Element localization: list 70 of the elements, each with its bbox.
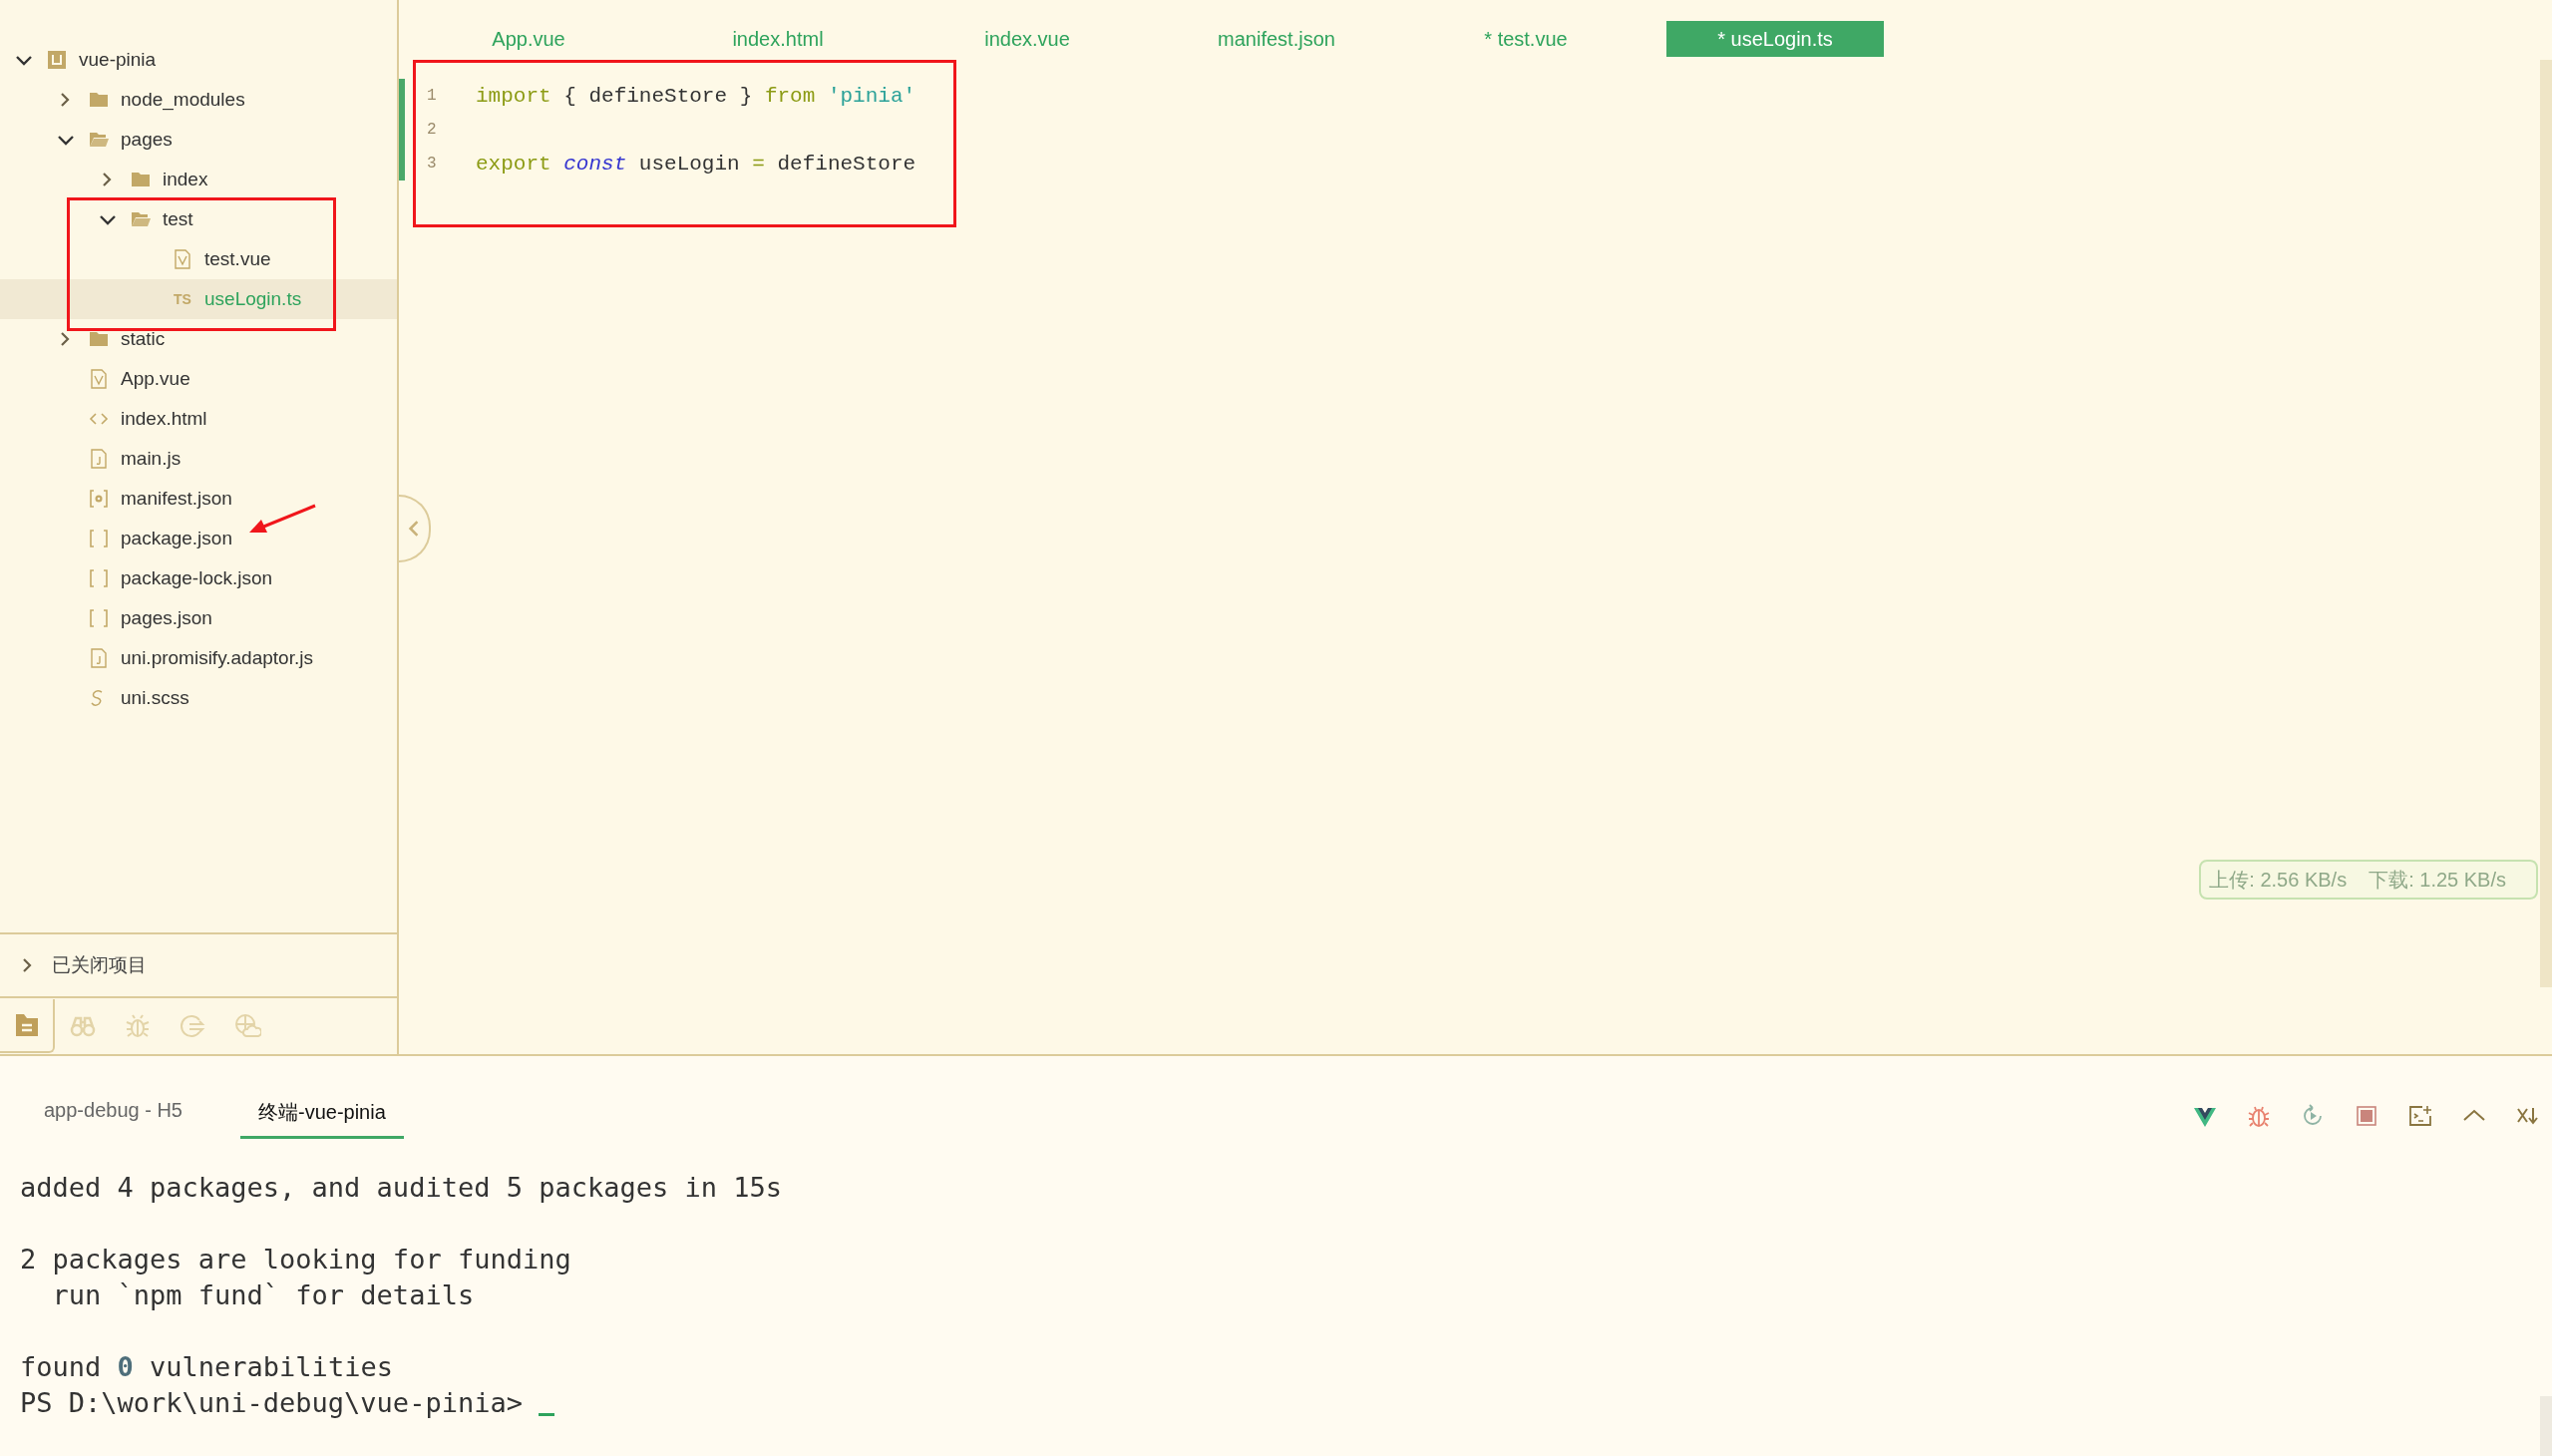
tree-row[interactable]: vue-pinia bbox=[0, 40, 397, 80]
document-v-icon bbox=[173, 249, 192, 269]
file-name: package.json bbox=[121, 528, 232, 549]
file-name: pages bbox=[121, 129, 173, 151]
open-folder-icon bbox=[131, 209, 151, 229]
folder-icon bbox=[89, 90, 109, 110]
tree-row[interactable]: node_modules bbox=[0, 80, 397, 120]
download-speed: 下载: 1.25 KB/s bbox=[2369, 867, 2506, 893]
tree-row[interactable]: static bbox=[0, 319, 397, 359]
line-number: 2 bbox=[426, 121, 438, 139]
terminal-output-line: run `npm fund` for details bbox=[51, 1279, 475, 1310]
tree-row[interactable]: uni.promisify.adaptor.js bbox=[0, 638, 397, 678]
file-type-label: TS bbox=[173, 291, 192, 307]
folder-icon bbox=[131, 170, 151, 189]
tree-row[interactable]: App.vue bbox=[0, 359, 397, 399]
file-name: static bbox=[121, 328, 166, 350]
square-brackets-icon bbox=[89, 529, 109, 548]
text-cursor bbox=[539, 1413, 555, 1416]
bug-icon[interactable] bbox=[2247, 1104, 2271, 1128]
folder-icon bbox=[89, 329, 109, 349]
document-icon bbox=[89, 449, 109, 469]
tree-row[interactable]: uni.scss bbox=[0, 678, 397, 718]
terminal-tab[interactable]: 终端-vue-pinia bbox=[240, 1093, 404, 1139]
file-name: test bbox=[163, 208, 193, 230]
open-folder-icon bbox=[89, 130, 109, 150]
scrollbar[interactable] bbox=[2540, 60, 2552, 987]
tree-row[interactable]: manifest.json bbox=[0, 479, 397, 519]
file-name: node_modules bbox=[121, 89, 245, 111]
file-name: index.html bbox=[121, 408, 207, 430]
square-brackets-icon bbox=[89, 568, 109, 588]
file-name: useLogin.ts bbox=[204, 288, 302, 310]
project-icon bbox=[47, 50, 67, 70]
file-name: vue-pinia bbox=[79, 49, 157, 71]
replay-icon[interactable] bbox=[2301, 1104, 2325, 1128]
file-name: uni.promisify.adaptor.js bbox=[121, 647, 313, 669]
tree-row[interactable]: index bbox=[0, 160, 397, 199]
file-name: index bbox=[163, 169, 208, 190]
file-name: test.vue bbox=[204, 248, 271, 270]
tree-row[interactable]: index.html bbox=[0, 399, 397, 439]
tree-row[interactable]: pages bbox=[0, 120, 397, 160]
tree-row[interactable]: package.json bbox=[0, 519, 397, 558]
upload-speed: 上传: 2.56 KB/s bbox=[2209, 867, 2348, 893]
tree-row[interactable]: pages.json bbox=[0, 598, 397, 638]
file-name: manifest.json bbox=[121, 488, 232, 510]
file-name: uni.scss bbox=[121, 687, 189, 709]
file-name: pages.json bbox=[121, 607, 212, 629]
document-v-icon bbox=[89, 369, 109, 389]
file-name: package-lock.json bbox=[121, 567, 273, 589]
terminal-output-line: 2 packages are looking for funding bbox=[20, 1244, 571, 1274]
tree-row[interactable]: main.js bbox=[0, 439, 397, 479]
terminal-output-line: PS D:\work\uni-debug\vue-pinia> bbox=[20, 1387, 524, 1418]
line-number: 1 bbox=[426, 87, 438, 105]
tree-row[interactable]: test bbox=[0, 199, 397, 239]
file-name: App.vue bbox=[121, 368, 190, 390]
arrow-annotation bbox=[247, 504, 317, 536]
file-name: main.js bbox=[121, 448, 182, 470]
terminal-output-line: found 0 vulnerabilities bbox=[20, 1351, 393, 1382]
tree-row[interactable]: package-lock.json bbox=[0, 558, 397, 598]
code-line: import { defineStore } from 'pinia' bbox=[476, 84, 916, 108]
new-terminal-icon[interactable] bbox=[2408, 1104, 2432, 1128]
terminal-output-line: added 4 packages, and audited 5 packages in 15s bbox=[20, 1172, 782, 1203]
section-label[interactable]: 已关闭项目 bbox=[52, 952, 147, 978]
document-icon bbox=[89, 648, 109, 668]
terminal-tab[interactable]: app-debug - H5 bbox=[26, 1093, 200, 1139]
stop-icon[interactable] bbox=[2355, 1104, 2378, 1128]
code-line: export const useLogin = defineStore bbox=[476, 152, 916, 176]
tree-row[interactable]: test.vue bbox=[0, 239, 397, 279]
square-brackets-icon bbox=[89, 608, 109, 628]
line-number: 3 bbox=[426, 155, 438, 173]
gear-document-icon bbox=[89, 489, 109, 509]
